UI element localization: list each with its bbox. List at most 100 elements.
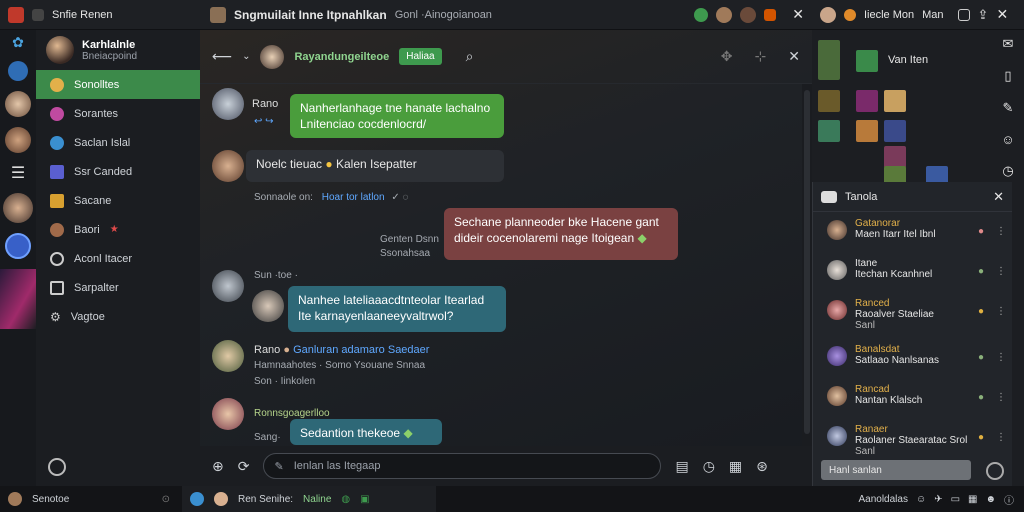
sidebar-item-8[interactable]: ⚙ Vagtoe (36, 302, 200, 331)
status-check-icon[interactable] (48, 458, 66, 476)
menu-icon[interactable] (32, 8, 44, 21)
emoji-icon[interactable]: ☺ (916, 494, 926, 505)
chat-tag[interactable]: Haliaa (399, 48, 442, 65)
more-icon[interactable]: ⋮ (996, 266, 1006, 277)
member-row[interactable]: Rancad Nantan Klalsch ● ⋮ (813, 378, 1012, 418)
status-bar: Senotoe ⊙ Ren Senihe: Naline ◍ ▣ Aanolda… (0, 486, 1024, 512)
media-thumb[interactable] (818, 90, 840, 112)
clock-icon[interactable]: ◷ (1002, 163, 1013, 179)
member-row[interactable]: Itane Itechan Kcanhnel ● ⋮ (813, 252, 1012, 292)
folder-icon[interactable]: ▭ (951, 494, 960, 505)
user-avatar-top-2[interactable] (740, 6, 757, 23)
member-search-input[interactable]: Hanl sanlan (821, 460, 971, 480)
more-icon[interactable]: ⋮ (996, 392, 1006, 403)
send-icon[interactable]: ⊛ (756, 458, 768, 475)
sidebar-item-0[interactable]: Sonolltes (36, 70, 200, 99)
settings-icon[interactable]: ✥ (721, 48, 733, 65)
calendar-icon[interactable]: ▦ (729, 458, 742, 475)
home-icon[interactable]: ✿ (12, 34, 24, 51)
more-icon[interactable]: ⋮ (996, 226, 1006, 237)
settings-icon[interactable]: ⊙ (162, 494, 170, 505)
media-thumb[interactable] (884, 120, 906, 142)
mute-icon[interactable]: ● (978, 226, 984, 237)
document-icon[interactable]: ▯ (1004, 68, 1011, 84)
online-status-icon[interactable] (694, 7, 709, 22)
chevron-down-icon[interactable]: ⌄ (242, 51, 250, 62)
member-row[interactable]: Banalsdat Satlaao Nanlsanas ● ⋮ (813, 338, 1012, 378)
mute-icon[interactable]: ● (978, 352, 984, 363)
user-avatar[interactable] (8, 492, 22, 506)
user-icon[interactable]: ☻ (985, 494, 996, 505)
window-close-icon[interactable]: ✕ (996, 6, 1008, 23)
meta-link[interactable]: Hoar tor latlon (322, 192, 385, 203)
pin-icon[interactable]: ✎ (1003, 100, 1014, 116)
hamburger-icon[interactable]: ☰ (11, 163, 25, 183)
window-restore-icon[interactable] (957, 8, 970, 21)
sidebar-item-7[interactable]: Sarpalter (36, 273, 200, 302)
search-icon[interactable]: ⌕ (466, 48, 474, 65)
message-bubble[interactable]: Sechane planneoder bke Hacene gant didei… (444, 208, 678, 260)
mute-icon[interactable]: ● (978, 306, 984, 317)
reply-icon[interactable]: ↩ ↪ (254, 116, 274, 127)
sidebar-item-6[interactable]: Aconl Itacer (36, 244, 200, 273)
shield-icon[interactable]: ◍ (341, 494, 350, 505)
message-bubble[interactable]: Sedantion thekeoe ◆ (290, 419, 442, 445)
share-icon[interactable]: ⇪ (978, 7, 989, 23)
media-thumb[interactable] (856, 90, 878, 112)
server-avatar-3[interactable] (3, 193, 33, 223)
media-thumb[interactable] (818, 120, 840, 142)
emoji-picker-icon[interactable] (986, 462, 1004, 480)
scroll-thumb[interactable] (804, 90, 810, 434)
server-avatar-2[interactable] (5, 127, 31, 153)
message-bubble[interactable]: Noelc tieuac ● Kalen Isepatter (246, 150, 504, 182)
mute-icon[interactable]: ● (978, 392, 984, 403)
pin-icon[interactable]: ✈ (934, 494, 942, 505)
user-avatar-right[interactable] (820, 6, 836, 23)
chat-bubble-icon[interactable]: ✉ (1003, 36, 1014, 52)
gif-icon[interactable]: ⟳ (238, 458, 250, 475)
member-row[interactable]: Ranaer Raolaner Staearatac Srol Sanl ● ⋮ (813, 418, 1012, 464)
sidebar-item-2[interactable]: Saclan Islal (36, 128, 200, 157)
message-input[interactable]: ✎ Ienlan las Itegaap (263, 453, 662, 479)
media-thumb[interactable] (818, 40, 840, 80)
message-bubble[interactable]: Nanhee lateliaaacdtnteolar Itearlad Ite … (288, 286, 506, 332)
sidebar-item-5[interactable]: Baori ★ (36, 215, 200, 244)
sidebar-item-4[interactable]: Sacane (36, 186, 200, 215)
grid-icon[interactable]: ▦ (968, 494, 977, 505)
message-bubble[interactable]: Nanherlanhage tne hanate lachalno Lniten… (290, 94, 504, 138)
message-link[interactable]: Ganluran adamaro Saedaer (293, 344, 429, 356)
member-row[interactable]: Gatanorar Maen Itarr Itel Ibnl ● ⋮ (813, 212, 1012, 252)
server-icon-2[interactable] (5, 233, 31, 259)
profile-header[interactable]: Karhlalnle Bneiacpoind (36, 30, 200, 70)
file-icon[interactable]: ▤ (675, 458, 688, 475)
document-icon[interactable]: ▣ (360, 494, 369, 505)
member-row[interactable]: Ranced Raoalver Staeliae Sanl ● ⋮ (813, 292, 1012, 338)
server-avatar-1[interactable] (5, 91, 31, 117)
mute-icon[interactable]: ● (978, 432, 984, 443)
chat-scrollbar[interactable] (802, 84, 812, 446)
info-icon[interactable]: ⓘ (1004, 492, 1014, 507)
media-thumb[interactable] (856, 120, 878, 142)
close-icon[interactable]: ✕ (788, 48, 800, 65)
notification-icon[interactable] (764, 8, 777, 21)
pin-icon[interactable]: ⊹ (755, 48, 767, 65)
back-arrow-icon[interactable]: ⟵ (212, 48, 232, 65)
more-icon[interactable]: ⋮ (996, 352, 1006, 363)
more-icon[interactable]: ⋮ (996, 306, 1006, 317)
voice-icon[interactable] (190, 492, 204, 506)
media-thumb[interactable] (884, 146, 906, 168)
mute-icon[interactable]: ● (978, 266, 984, 277)
media-thumb[interactable] (856, 50, 878, 72)
emoji-icon[interactable]: ☺ (1001, 132, 1014, 147)
sidebar-item-1[interactable]: Sorantes (36, 99, 200, 128)
media-thumb[interactable] (884, 90, 906, 112)
close-icon[interactable]: ✕ (993, 189, 1004, 205)
more-icon[interactable]: ⋮ (996, 432, 1006, 443)
user-avatar-top[interactable] (716, 6, 733, 23)
attach-icon[interactable]: ✎ (274, 460, 283, 473)
add-icon[interactable]: ⊕ (212, 458, 224, 475)
timer-icon[interactable]: ◷ (703, 458, 715, 475)
sidebar-item-3[interactable]: Ssr Canded (36, 157, 200, 186)
server-icon-1[interactable] (8, 61, 28, 81)
close-icon[interactable]: ✕ (784, 6, 812, 23)
